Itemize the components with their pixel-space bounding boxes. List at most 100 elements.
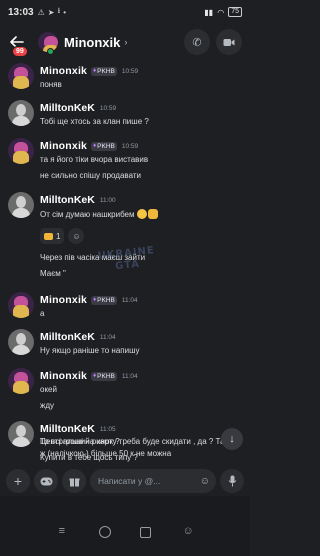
download-icon: ⭳: [57, 6, 61, 15]
guild-tag-icon: ♦: [93, 297, 97, 303]
status-time: 13:03: [8, 6, 34, 18]
system-icons: ▮▮ ◠ 75: [204, 7, 242, 17]
arrow-down-icon: ↓: [229, 433, 235, 445]
alert-icon: ⚠: [37, 7, 45, 17]
avatar[interactable]: [8, 421, 34, 447]
message-text: та я його тіки вчора виставив: [40, 155, 149, 164]
message-item: Minonxik ♦ PKHB 11:04 окей жду: [0, 368, 250, 412]
microphone-icon: [228, 475, 236, 487]
guild-tag-label: PKHB: [97, 296, 115, 304]
message-header: Minonxik ♦ PKHB 11:04: [40, 370, 138, 382]
smiley-plus-icon: ☺: [72, 231, 81, 241]
timestamp: 10:59: [121, 67, 139, 75]
message-text-content: От сім думаю нашкрибем: [40, 210, 135, 219]
chat-header: 99 Minonxik › ✆: [0, 24, 250, 60]
message-text: Центральний ринок ?: [40, 437, 120, 446]
message-text: Ну якщо раніше то напишу: [40, 346, 140, 355]
message-header: MilltonKeK 10:59: [40, 102, 116, 114]
page-title[interactable]: Minonxik: [64, 35, 120, 50]
avatar[interactable]: [8, 329, 34, 355]
message-item: Minonxik ♦ PKHB 10:59 поняв: [0, 63, 250, 91]
timestamp: 11:05: [99, 425, 116, 433]
handshake-emoji-icon: [147, 209, 158, 219]
gamepad-icon: [40, 477, 52, 485]
message-item: MilltonKeK 11:00 От сім думаю нашкрибем …: [0, 192, 250, 252]
arrow-left-icon[interactable]: 99: [8, 33, 28, 57]
timestamp: 10:59: [99, 104, 117, 112]
message-composer: + Написати у @... ☺: [0, 466, 250, 496]
avatar[interactable]: [8, 63, 34, 89]
handshake-emoji-icon: [44, 232, 53, 240]
author-name[interactable]: MilltonKeK: [40, 194, 95, 206]
video-call-button[interactable]: [216, 29, 242, 55]
message-input[interactable]: Написати у @... ☺: [90, 469, 216, 493]
add-reaction-button[interactable]: ☺: [68, 228, 85, 244]
message-text: Тобі ще хтось за клан пише ?: [40, 117, 149, 126]
guild-tag[interactable]: ♦ PKHB: [91, 141, 117, 151]
message-item: MilltonKeK 10:59 Тобі ще хтось за клан п…: [0, 100, 250, 130]
guild-tag-label: PKHB: [97, 372, 115, 380]
battery-icon: 75: [228, 7, 242, 17]
guild-tag-label: PKHB: [97, 67, 115, 75]
message-input-placeholder: Написати у @...: [98, 476, 161, 486]
avatar[interactable]: [8, 100, 34, 126]
reaction-pill[interactable]: 1: [40, 228, 65, 244]
author-name[interactable]: MilltonKeK: [40, 102, 95, 114]
guild-tag-icon: ♦: [93, 143, 97, 149]
message-item: Minonxik ♦ PKHB 11:04 а: [0, 292, 250, 322]
author-name[interactable]: Minonxik: [40, 65, 87, 77]
message-header: MilltonKeK 11:04: [40, 331, 116, 343]
voice-message-button[interactable]: [220, 469, 244, 493]
message-header: MilltonKeK 11:05: [40, 423, 116, 435]
guild-tag-label: PKHB: [97, 142, 115, 150]
message-item: Minonxik ♦ PKHB 10:59 та я його тіки вчор…: [0, 138, 250, 182]
add-attachment-button[interactable]: +: [6, 469, 30, 493]
guild-tag[interactable]: ♦ PKHB: [91, 295, 117, 305]
smiley-icon[interactable]: ☺: [200, 476, 210, 487]
unread-badge: 99: [12, 46, 28, 57]
chevron-right-icon[interactable]: ›: [124, 37, 127, 47]
reactions-bar: 1 ☺: [40, 228, 85, 244]
author-name[interactable]: MilltonKeK: [40, 423, 95, 435]
author-name[interactable]: Minonxik: [40, 294, 87, 306]
avatar[interactable]: [8, 292, 34, 318]
avatar[interactable]: [8, 192, 34, 218]
avatar[interactable]: [8, 368, 34, 394]
message-text: Маєм ": [40, 269, 66, 278]
notification-icons: ⚠ ➤ ⭳ •: [38, 5, 67, 19]
gift-icon: [69, 478, 79, 486]
author-name[interactable]: MilltonKeK: [40, 331, 95, 343]
guild-tag[interactable]: ♦ PKHB: [91, 66, 117, 76]
author-name[interactable]: Minonxik: [40, 370, 87, 382]
timestamp: 10:59: [121, 142, 139, 150]
jump-to-latest-button[interactable]: ↓: [221, 428, 243, 450]
message-header: Minonxik ♦ PKHB 10:59: [40, 65, 138, 77]
online-status-dot: [47, 48, 54, 55]
guild-tag[interactable]: ♦ PKHB: [91, 371, 117, 381]
home-icon[interactable]: [98, 526, 111, 538]
menu-icon[interactable]: ≡: [55, 524, 69, 538]
message-text: не сильно спішу продавати: [40, 171, 141, 180]
recents-icon[interactable]: [140, 527, 152, 538]
timestamp: 11:04: [121, 296, 138, 304]
plus-icon: +: [13, 473, 23, 489]
accessibility-icon[interactable]: ☺: [181, 524, 195, 538]
guild-tag-icon: ♦: [93, 373, 97, 379]
gift-button[interactable]: [62, 469, 86, 493]
message-header: Minonxik ♦ PKHB 10:59: [40, 140, 138, 152]
video-icon: [223, 38, 235, 46]
message-text: а: [40, 309, 45, 318]
avatar[interactable]: [8, 138, 34, 164]
author-name[interactable]: Minonxik: [40, 140, 87, 152]
phone-icon: ✆: [192, 36, 202, 49]
dot-icon: •: [63, 7, 67, 17]
message-text: поняв: [40, 80, 62, 89]
message-text: Купити в тебе щось типу ?: [40, 453, 138, 462]
timestamp: 11:04: [99, 333, 116, 341]
message-text: От сім думаю нашкрибем: [40, 209, 158, 219]
activities-button[interactable]: [34, 469, 58, 493]
call-button[interactable]: ✆: [184, 29, 210, 55]
message-header: MilltonKeK 11:00: [40, 194, 116, 206]
system-nav-bar: ≡ ☺: [0, 496, 250, 556]
timestamp: 11:04: [121, 372, 138, 380]
